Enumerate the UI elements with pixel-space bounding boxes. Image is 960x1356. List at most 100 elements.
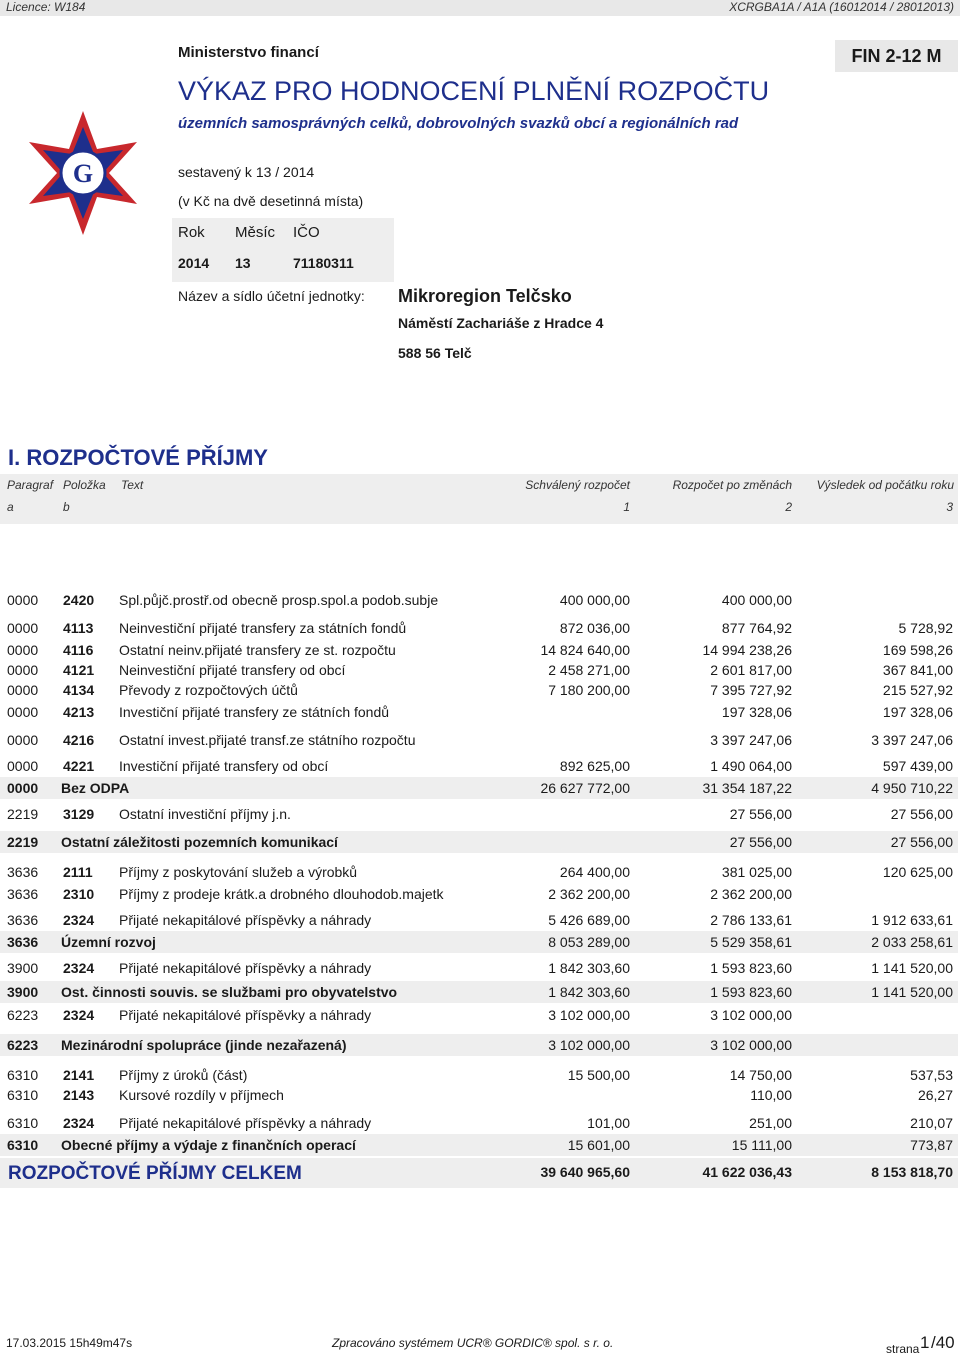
report-subtitle: územních samosprávných celků, dobrovolný… — [178, 115, 739, 132]
table-row: 6223 2324 Přijaté nekapitálové příspěvky a… — [0, 1004, 958, 1026]
ministry-star-logo-icon: G — [29, 111, 137, 235]
schvaleny-cell: 7 180 200,00 — [548, 682, 630, 698]
paragraf-cell: 6310 — [7, 1137, 39, 1153]
vysledek-cell: 537,53 — [910, 1067, 953, 1083]
table-row: 3636 2324 Přijaté nekapitálové příspěvky a… — [0, 909, 958, 931]
vysledek-cell: 1 141 520,00 — [871, 984, 953, 1000]
polozka-cell: 4213 — [63, 704, 95, 720]
table-row: 6310 2324 Přijaté nekapitálové příspěvky a… — [0, 1112, 958, 1134]
paragraf-cell: 0000 — [7, 780, 39, 796]
value-mesic: 13 — [235, 255, 251, 271]
section-title: I. ROZPOČTOVÉ PŘÍJMY — [8, 445, 268, 470]
svg-text:G: G — [73, 159, 93, 188]
paragraf-cell: 0000 — [7, 682, 39, 698]
table-row: 6310 2143 Kursové rozdíly v příjmech 110,00… — [0, 1084, 958, 1106]
licence-text: Licence: W184 — [6, 0, 86, 14]
schvaleny-cell: 872 036,00 — [559, 620, 630, 636]
col-3: 3 — [946, 500, 953, 514]
zmeny-cell: 2 362 200,00 — [710, 886, 792, 902]
label-ico: IČO — [293, 224, 320, 241]
paragraf-cell: 0000 — [7, 642, 39, 658]
vysledek-cell: 5 728,92 — [898, 620, 954, 636]
schvaleny-cell: 5 426 689,00 — [548, 912, 630, 928]
polozka-cell: 4134 — [63, 682, 95, 698]
version-text: XCRGBA1A / A1A (16012014 / 28012013) — [729, 0, 954, 14]
grand-total-label: ROZPOČTOVÉ PŘÍJMY CELKEM — [8, 1163, 302, 1184]
paragraf-cell: 3900 — [7, 960, 39, 976]
paragraf-cell: 6310 — [7, 1115, 39, 1131]
footer-page-number: 1 — [920, 1333, 930, 1352]
paragraf-cell: 0000 — [7, 662, 39, 678]
polozka-cell: 3129 — [63, 806, 95, 822]
col-polozka: Položka — [63, 478, 106, 492]
polozka-cell: 2324 — [63, 1007, 95, 1023]
zmeny-cell: 15 111,00 — [731, 1137, 792, 1153]
text-cell: Převody z rozpočtových účtů — [119, 682, 298, 698]
value-ico: 71180311 — [293, 255, 354, 271]
vysledek-cell: 27 556,00 — [890, 806, 953, 822]
paragraf-cell: 3636 — [7, 934, 39, 950]
polozka-cell: 2324 — [63, 1115, 95, 1131]
table-row: 0000 4213 Investiční přijaté transfery ze … — [0, 701, 958, 723]
subtotal-label: Mezinárodní spolupráce (jinde nezařazená… — [61, 1037, 347, 1053]
text-cell: Kursové rozdíly v příjmech — [119, 1087, 284, 1103]
zmeny-cell: 3 397 247,06 — [710, 732, 792, 748]
vysledek-cell: 197 328,06 — [882, 704, 953, 720]
subtotal-row: 6310 Obecné příjmy a výdaje z finančních … — [0, 1134, 958, 1156]
schvaleny-cell: 8 053 289,00 — [548, 934, 630, 950]
column-header: Paragraf Položka Text Schválený rozpočet… — [0, 474, 958, 524]
zmeny-cell: 1 593 823,60 — [710, 960, 792, 976]
polozka-cell: 4116 — [63, 642, 94, 658]
schvaleny-cell: 892 625,00 — [559, 758, 630, 774]
vysledek-cell: 2 033 258,61 — [871, 934, 953, 950]
zmeny-cell: 3 102 000,00 — [710, 1007, 792, 1023]
paragraf-cell: 0000 — [7, 592, 39, 608]
schvaleny-cell: 26 627 772,00 — [540, 780, 630, 796]
table-row: 3636 2310 Příjmy z prodeje krátk.a drobnéh… — [0, 883, 958, 905]
zmeny-cell: 877 764,92 — [721, 620, 792, 636]
grand-total-vysledek: 8 153 818,70 — [871, 1164, 953, 1180]
text-cell: Přijaté nekapitálové příspěvky a náhrady — [119, 1007, 372, 1023]
zmeny-cell: 14 994 238,26 — [702, 642, 792, 658]
subtotal-label: Ost. činnosti souvis. se službami pro ob… — [61, 984, 398, 1000]
polozka-cell: 2141 — [63, 1067, 95, 1083]
paragraf-cell: 3900 — [7, 984, 39, 1000]
text-cell: Spl.půjč.prostř.od obecně prosp.spol.a p… — [119, 592, 439, 608]
zmeny-cell: 197 328,06 — [721, 704, 792, 720]
vysledek-cell: 3 397 247,06 — [871, 732, 953, 748]
table-row: 0000 4116 Ostatní neinv.přijaté transfery … — [0, 639, 958, 661]
schvaleny-cell: 400 000,00 — [559, 592, 630, 608]
subtotal-label: Bez ODPA — [61, 780, 130, 796]
text-cell: Investiční přijaté transfery ze státních… — [119, 704, 390, 720]
zmeny-cell: 1 490 064,00 — [710, 758, 792, 774]
col-vysledek: Výsledek od počátku roku — [816, 478, 954, 492]
col-1: 1 — [623, 500, 630, 514]
vysledek-cell: 169 598,26 — [882, 642, 953, 658]
top-bar: Licence: W184 XCRGBA1A / A1A (16012014 /… — [0, 0, 960, 16]
table-row: 3900 2324 Přijaté nekapitálové příspěvky a… — [0, 957, 958, 979]
schvaleny-cell: 14 824 640,00 — [540, 642, 630, 658]
grand-total-row: ROZPOČTOVÉ PŘÍJMY CELKEM 39 640 965,60 4… — [0, 1158, 958, 1188]
vysledek-cell: 4 950 710,22 — [871, 780, 953, 796]
table-row: 0000 4134 Převody z rozpočtových účtů 7 180… — [0, 679, 958, 701]
col-a: a — [7, 500, 14, 514]
schvaleny-cell: 15 500,00 — [567, 1067, 630, 1083]
footer-page-prefix: strana — [886, 1342, 920, 1356]
vysledek-cell: 1 912 633,61 — [871, 912, 953, 928]
schvaleny-cell: 2 458 271,00 — [548, 662, 630, 678]
table-row: 0000 4121 Neinvestiční přijaté transfery o… — [0, 659, 958, 681]
paragraf-cell: 0000 — [7, 758, 39, 774]
paragraf-cell: 2219 — [7, 806, 39, 822]
vysledek-cell: 27 556,00 — [890, 834, 953, 850]
zmeny-cell: 7 395 727,92 — [710, 682, 792, 698]
entity-name: Mikroregion Telčsko — [398, 286, 572, 306]
table-row: 3636 2111 Příjmy z poskytování služeb a vý… — [0, 861, 958, 883]
schvaleny-cell: 3 102 000,00 — [548, 1037, 630, 1053]
table-row: 0000 4216 Ostatní invest.přijaté transf.ze… — [0, 729, 958, 751]
vysledek-cell: 120 625,00 — [882, 864, 953, 880]
zmeny-cell: 31 354 187,22 — [702, 780, 792, 796]
text-cell: Neinvestiční přijaté transfery od obcí — [119, 662, 346, 678]
id-box — [172, 218, 394, 282]
units-note: (v Kč na dvě desetinná místa) — [178, 193, 364, 209]
form-code: FIN 2-12 M — [835, 40, 958, 72]
